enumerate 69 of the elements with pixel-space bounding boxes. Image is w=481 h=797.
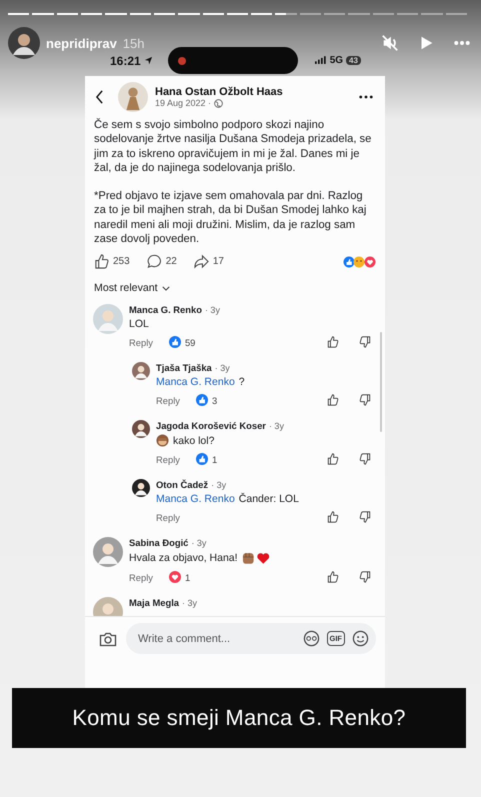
commenter-name[interactable]: Tjaša Tjaška [156, 362, 212, 374]
comment-age: · 3y [191, 538, 206, 548]
emoji-icon[interactable] [352, 630, 369, 648]
like-count: 253 [113, 256, 130, 268]
comment-text: ? [238, 376, 245, 388]
back-icon[interactable] [95, 90, 104, 104]
comment-text: kako lol? [173, 434, 214, 447]
comment-count: 22 [166, 256, 177, 268]
comment-age: · 3y [182, 598, 198, 608]
reaction-count: 1 [184, 572, 190, 583]
comment-icon[interactable] [146, 254, 162, 270]
thumbs-up-icon[interactable] [327, 511, 339, 524]
reply-link[interactable]: Reply [129, 336, 153, 348]
post-text: *Pred objavo te izjave sem omahovala par dni. Razlog za to je bil majhen strah, da bi Dušan Smodej lahko kaj naredil meni ali moji družini. Mislim, da je razlog sam zase dovolj poveden. [94, 189, 368, 246]
comment-text: LOL [129, 318, 149, 330]
commenter-name[interactable]: Sabina Đogić [129, 537, 188, 548]
share-count: 17 [212, 256, 224, 268]
avatar[interactable] [132, 420, 150, 438]
post-age: 15h [122, 36, 144, 50]
camera-icon[interactable] [99, 630, 117, 647]
commenter-name[interactable]: Oton Čadež [156, 479, 208, 490]
more-icon[interactable] [359, 95, 373, 99]
thumbs-down-icon[interactable] [359, 511, 371, 524]
comment-age: · 3y [268, 421, 284, 432]
signal-icon [314, 56, 327, 65]
thumbs-down-icon[interactable] [359, 336, 371, 348]
thumbs-down-icon[interactable] [359, 453, 371, 466]
reaction-count: 59 [184, 336, 196, 348]
post-date: 19 Aug 2022 · [155, 98, 212, 108]
reply-link[interactable]: Reply [156, 512, 180, 523]
avatar[interactable] [8, 27, 40, 59]
sort-dropdown[interactable]: Most relevant [94, 282, 158, 294]
comment-age: · 3y [214, 363, 230, 374]
commenter-name[interactable]: Jagoda Korošević Koser [156, 420, 266, 432]
thumbs-up-icon[interactable] [327, 571, 339, 584]
reaction-count: 3 [212, 394, 218, 406]
recording-dot-icon [178, 56, 186, 64]
like-icon[interactable] [94, 254, 109, 270]
caret-icon[interactable] [162, 286, 170, 291]
thumbs-up-icon[interactable] [327, 336, 339, 348]
author-name[interactable]: Hana Ostan Ožbolt Haas [155, 86, 283, 98]
battery-level: 43 [346, 56, 361, 65]
comment-age: · 3y [204, 305, 220, 316]
reaction-count: 1 [212, 454, 218, 465]
thumbs-up-icon[interactable] [327, 394, 339, 406]
commenter-name[interactable]: Maja Megla [129, 597, 180, 608]
post-text: Če sem s svojo simbolno podporo skozi najino sodelovanje žrtve nasilja Dušana Smodeja prizadela, se jim za to iskreno opravičujem in mi je žal. Danes mi je žal, da je do najinega sodelovanja prišlo. [94, 118, 372, 176]
clock: 16:21 [110, 54, 141, 68]
comment-text: Hvala za objavo, Hana! [129, 552, 238, 564]
mention-link[interactable]: Manca G. Renko [156, 493, 235, 506]
thumbs-up-icon[interactable] [327, 453, 339, 466]
mention-link[interactable]: Manca G. Renko [156, 376, 235, 388]
reply-link[interactable]: Reply [156, 394, 180, 406]
sticker-icon[interactable] [302, 630, 320, 648]
share-icon[interactable] [194, 254, 209, 270]
reaction-icons-drawing[interactable] [343, 256, 377, 268]
network-label: 5G [330, 55, 344, 66]
location-arrow-icon [144, 56, 153, 65]
reply-link[interactable]: Reply [156, 454, 180, 465]
thumbs-down-icon[interactable] [359, 571, 371, 584]
globe-icon [214, 98, 224, 108]
thumbs-down-icon[interactable] [359, 394, 371, 406]
story-caption: Komu se smeji Manca G. Renko? [12, 688, 466, 748]
avatar[interactable] [132, 479, 150, 498]
muted-speaker-icon[interactable] [381, 34, 399, 52]
comment-text: Čander: LOL [238, 493, 299, 506]
comment-age: · 3y [211, 480, 226, 490]
reply-link[interactable]: Reply [129, 572, 153, 583]
commenter-name[interactable]: Manca G. Renko [129, 304, 202, 316]
